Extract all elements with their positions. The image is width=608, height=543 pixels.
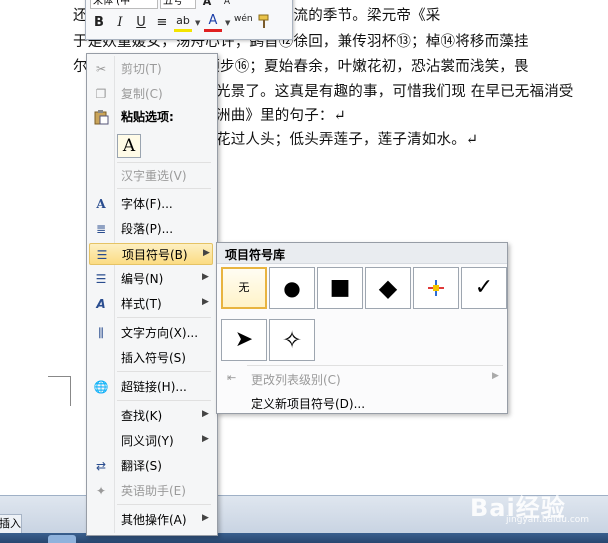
bullet-list-icon: ☰	[96, 248, 108, 262]
doc-line: 光景了。这真是有趣的事，可惜我们现 在早已无福消受	[216, 84, 574, 100]
font-color-button[interactable]: A	[204, 14, 222, 32]
italic-button[interactable]: I	[111, 14, 129, 32]
english-assistant-icon: ✦	[95, 484, 107, 498]
mini-toolbar: 宋体 (中 五号 A A B I U ≡ ab ▼ A ▼ wén	[85, 0, 293, 40]
font-icon: A	[96, 197, 106, 211]
menu-item-hyperlink[interactable]: 🌐 超链接(H)...	[89, 376, 213, 398]
menu-item-define-new-bullet[interactable]: 定义新项目符号(D)...	[219, 391, 505, 413]
bullet-arrowhead-option[interactable]: ➤	[221, 319, 267, 361]
font-size-field[interactable]: 五号	[160, 0, 196, 9]
bold-button[interactable]: B	[90, 14, 108, 32]
globe-link-icon: 🌐	[93, 380, 109, 394]
watermark: Bai经验 jingyan.baidu.com	[470, 488, 600, 526]
chevron-down-icon[interactable]: ▼	[195, 19, 201, 27]
insert-mode-indicator[interactable]: 插入	[0, 514, 22, 534]
bullet-color-diamond-option[interactable]	[413, 267, 459, 309]
chevron-right-icon: ▶	[202, 272, 209, 282]
bullet-library-header: 项目符号库	[217, 243, 507, 264]
menu-item-text-direction[interactable]: ⫼ 文字方向(X)...	[89, 322, 213, 344]
paste-keep-text-only-button[interactable]: A	[117, 134, 141, 158]
center-align-button[interactable]: ≡	[153, 14, 171, 32]
bullet-none-option[interactable]: 无	[221, 267, 267, 309]
chevron-right-icon: ▶	[202, 434, 209, 444]
grow-font-button[interactable]: A	[198, 0, 216, 8]
bullet-filled-circle-option[interactable]: ●	[269, 267, 315, 309]
menu-item-numbering[interactable]: ☰ 编号(N) ▶	[89, 268, 213, 290]
menu-item-font[interactable]: A 字体(F)...	[89, 193, 213, 215]
styles-icon: A	[96, 297, 106, 311]
bullet-checkmark-option[interactable]: ✓	[461, 267, 507, 309]
chevron-right-icon: ▶	[203, 248, 210, 258]
menu-item-bullets[interactable]: ☰ 项目符号(B) ▶	[89, 243, 213, 265]
watermark-url: jingyan.baidu.com	[506, 515, 590, 525]
clipboard-icon	[92, 109, 110, 125]
menu-item-synonyms[interactable]: 同义词(Y) ▶	[89, 430, 213, 452]
menu-item-other-actions[interactable]: 其他操作(A) ▶	[89, 509, 213, 531]
list-level-icon: ⇤	[227, 371, 237, 384]
chevron-down-icon[interactable]: ▼	[225, 19, 231, 27]
taskbar-button[interactable]	[48, 535, 76, 543]
font-name-field[interactable]: 宋体 (中	[90, 0, 158, 9]
margin-corner-mark	[70, 376, 71, 406]
menu-item-reconvert[interactable]: 汉字重选(V)	[89, 165, 213, 187]
menu-item-copy[interactable]: ❐ 复制(C)	[89, 83, 213, 105]
copy-icon: ❐	[95, 87, 107, 101]
menu-item-cut[interactable]: ✂ 剪切(T)	[89, 58, 213, 80]
underline-button[interactable]: U	[132, 14, 150, 32]
doc-line: 花过人头；低头弄莲子，莲子清如水。↵	[216, 132, 479, 148]
menu-item-insert-symbol[interactable]: 插入符号(S)	[89, 347, 213, 369]
chevron-right-icon: ▶	[492, 371, 499, 381]
numbered-list-icon: ☰	[95, 272, 107, 286]
format-painter-icon[interactable]	[255, 14, 273, 32]
bullet-star-option[interactable]: ✧	[269, 319, 315, 361]
context-menu: ✂ 剪切(T) ❐ 复制(C) 粘贴选项: A 汉字重选(V) A 字体(F).…	[86, 53, 218, 536]
menu-item-change-list-level[interactable]: ⇤ 更改列表级别(C) ▶	[219, 367, 505, 389]
paste-options-header: 粘贴选项:	[89, 106, 213, 128]
scissors-icon: ✂	[95, 62, 107, 76]
chevron-right-icon: ▶	[202, 513, 209, 523]
chevron-right-icon: ▶	[202, 297, 209, 307]
chevron-right-icon: ▶	[202, 409, 209, 419]
margin-corner-mark	[48, 376, 71, 377]
paragraph-icon: ≣	[95, 222, 107, 236]
highlight-button[interactable]: ab	[174, 14, 192, 32]
doc-line: 洲曲》里的句子：↵	[216, 108, 346, 124]
bullet-filled-square-option[interactable]: ■	[317, 267, 363, 309]
shrink-font-button[interactable]: A	[218, 0, 236, 8]
menu-item-english-assistant[interactable]: ✦ 英语助手(E)	[89, 480, 213, 502]
bullet-diamond-option[interactable]: ◆	[365, 267, 411, 309]
phonetic-guide-button[interactable]: wén	[234, 14, 253, 32]
translate-icon: ⇄	[95, 459, 107, 473]
menu-item-paragraph[interactable]: ≣ 段落(P)...	[89, 218, 213, 240]
menu-item-styles[interactable]: A 样式(T) ▶	[89, 293, 213, 315]
menu-item-translate[interactable]: ⇄ 翻译(S)	[89, 455, 213, 477]
bullet-library-submenu: 项目符号库 无 ● ■ ◆ ✓ ➤ ✧ ⇤ 更改列表级别(C) ▶ 定义新项目符…	[216, 242, 508, 414]
text-direction-icon: ⫼	[98, 326, 104, 340]
menu-item-lookup[interactable]: 查找(K) ▶	[89, 405, 213, 427]
